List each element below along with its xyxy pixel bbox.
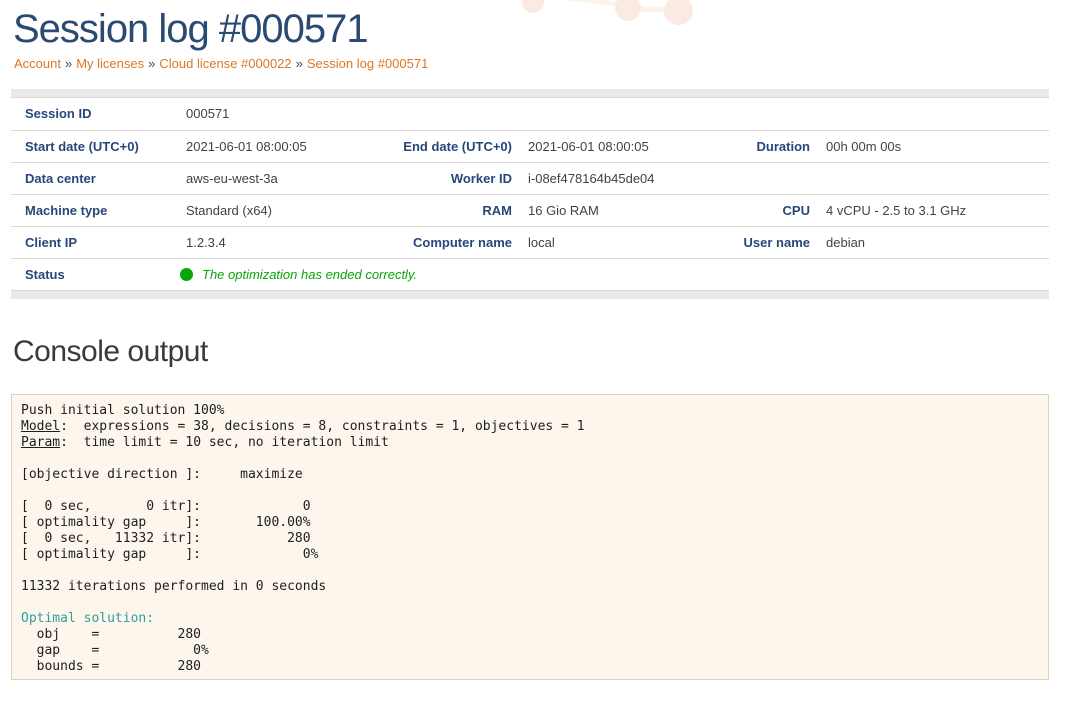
session-details-table: Session ID000571Start date (UTC+0)2021-0… (11, 98, 1049, 290)
console-line-segment: Model (21, 419, 60, 434)
field-value: i-08ef478164b45de04 (518, 162, 1049, 194)
field-value: 2021-06-01 08:00:05 (176, 130, 371, 162)
table-row: Session ID000571 (11, 98, 1049, 130)
field-label: Start date (UTC+0) (11, 130, 176, 162)
breadcrumb-separator: » (296, 56, 303, 71)
field-label: Data center (11, 162, 176, 194)
breadcrumb-separator: » (65, 56, 72, 71)
breadcrumb-separator: » (148, 56, 155, 71)
field-label: Duration (671, 130, 816, 162)
field-label: Machine type (11, 194, 176, 226)
console-line-segment: : expressions = 38, decisions = 8, const… (60, 419, 584, 434)
breadcrumb-link[interactable]: Account (14, 56, 61, 71)
breadcrumb-link[interactable]: My licenses (76, 56, 144, 71)
field-value: 2021-06-01 08:00:05 (518, 130, 671, 162)
status-cell: The optimization has ended correctly. (176, 258, 1049, 290)
status-dot-icon (180, 268, 193, 281)
field-label: CPU (671, 194, 816, 226)
field-label: Session ID (11, 98, 176, 130)
field-value: Standard (x64) (176, 194, 371, 226)
console-line-segment: Optimal solution: (21, 611, 154, 626)
field-label: Worker ID (371, 162, 518, 194)
table-row: Status The optimization has ended correct… (11, 258, 1049, 290)
field-value: 00h 00m 00s (816, 130, 1049, 162)
page-title: Session log #000571 (13, 6, 1065, 52)
console-output: Push initial solution 100% Model: expres… (11, 394, 1049, 680)
field-value: aws-eu-west-3a (176, 162, 371, 194)
status-text: The optimization has ended correctly. (202, 267, 417, 282)
console-line-segment: gap = 0% (21, 643, 209, 658)
session-details-panel: Session ID000571Start date (UTC+0)2021-0… (11, 89, 1049, 299)
field-label: Status (11, 258, 176, 290)
console-line-segment: Push initial solution 100% (21, 403, 225, 418)
field-value: 000571 (176, 98, 1049, 130)
console-line-segment: [objective direction ]: maximize (21, 467, 303, 482)
console-line-segment: Param (21, 435, 60, 450)
field-label: RAM (371, 194, 518, 226)
field-value: debian (816, 226, 1049, 258)
console-line-segment: obj = 280 (21, 627, 201, 642)
console-line-segment: : time limit = 10 sec, no iteration limi… (60, 435, 389, 450)
table-row: Start date (UTC+0)2021-06-01 08:00:05End… (11, 130, 1049, 162)
table-row: Client IP1.2.3.4Computer namelocalUser n… (11, 226, 1049, 258)
console-line-segment: [ optimality gap ]: 0% (21, 547, 318, 562)
field-label: User name (671, 226, 816, 258)
console-line-segment: 11332 iterations performed in 0 seconds (21, 579, 326, 594)
console-line-segment: [ optimality gap ]: 100.00% (21, 515, 311, 530)
console-line-segment: [ 0 sec, 0 itr]: 0 (21, 499, 311, 514)
breadcrumb-current: Session log #000571 (307, 56, 428, 71)
field-label: Computer name (371, 226, 518, 258)
console-line-segment: bounds = 280 (21, 659, 201, 674)
console-heading: Console output (13, 335, 1065, 368)
console-line-segment: [ 0 sec, 11332 itr]: 280 (21, 531, 311, 546)
field-label: Client IP (11, 226, 176, 258)
field-value: 4 vCPU - 2.5 to 3.1 GHz (816, 194, 1049, 226)
field-value: local (518, 226, 671, 258)
field-label: End date (UTC+0) (371, 130, 518, 162)
table-bottom-bar (11, 290, 1049, 299)
field-value: 1.2.3.4 (176, 226, 371, 258)
table-row: Data centeraws-eu-west-3aWorker IDi-08ef… (11, 162, 1049, 194)
table-row: Machine typeStandard (x64)RAM16 Gio RAMC… (11, 194, 1049, 226)
field-value: 16 Gio RAM (518, 194, 671, 226)
table-top-bar (11, 89, 1049, 98)
breadcrumb: Account » My licenses » Cloud license #00002… (14, 56, 1065, 71)
session-table-body: Session ID000571Start date (UTC+0)2021-0… (11, 98, 1049, 290)
breadcrumb-link[interactable]: Cloud license #000022 (159, 56, 291, 71)
